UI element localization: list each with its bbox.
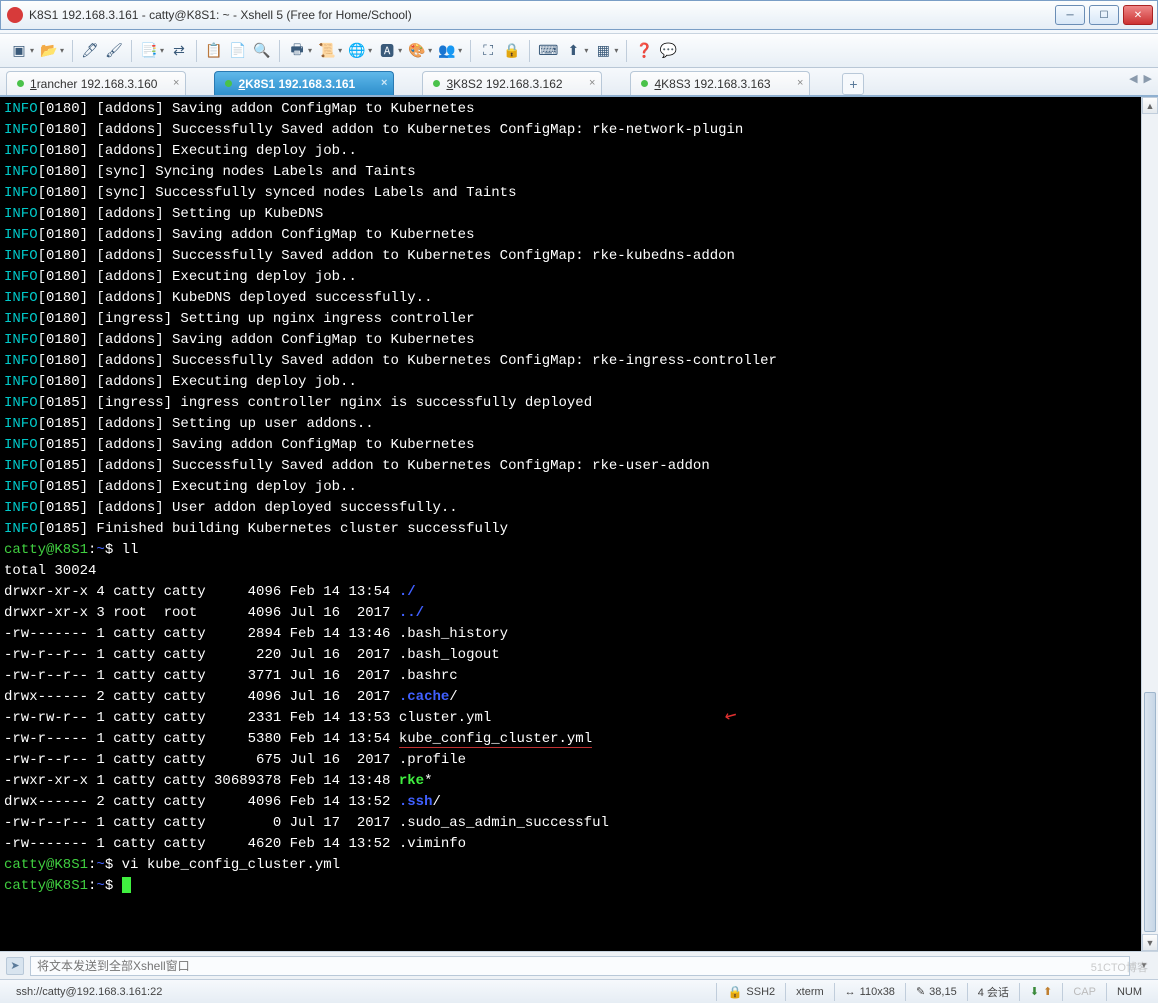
window-title: K8S1 192.168.3.161 - catty@K8S1: ~ - Xsh… [29,8,1055,22]
status-term: xterm [785,983,834,1001]
dropdown-icon[interactable]: ▾ [584,46,590,55]
minimize-button[interactable]: ─ [1055,5,1085,25]
session-tab[interactable]: 4 K8S3 192.168.3.163× [630,71,810,95]
titlebar: K8S1 192.168.3.161 - catty@K8S1: ~ - Xsh… [0,0,1158,30]
status-dot-icon [17,80,24,87]
tab-prev-icon[interactable]: ◀ [1129,72,1137,85]
transfer-up-icon: ⬆ [1043,985,1052,998]
find-icon[interactable]: 🔍 [251,40,273,62]
session-tab[interactable]: 2 K8S1 192.168.3.161× [214,71,394,95]
paste-icon[interactable]: 📄 [227,40,249,62]
tab-close-icon[interactable]: × [381,77,387,89]
font-icon[interactable]: 🅰 [376,40,398,62]
print-icon[interactable]: 🖶 [286,40,308,62]
lock-status-icon: 🔒 [727,985,742,999]
toolbar: ▣▾ 📂▾ 🖊 🖌 📑▾ ⇄ 📋 📄 🔍 🖶▾ 📜▾ 🌐▾ 🅰▾ 🎨▾ 👥▾ ⛶… [0,34,1158,68]
dropdown-icon[interactable]: ▾ [458,46,464,55]
fullscreen-icon[interactable]: ⛶ [477,40,499,62]
disconnect-icon[interactable]: 🖌 [103,40,125,62]
status-dot-icon [433,80,440,87]
tile-icon[interactable]: ▦ [592,40,614,62]
transfer-down-icon: ⬇ [1030,985,1039,998]
resize-icon: ↔ [845,986,856,998]
window-buttons: ─ ☐ ✕ [1055,5,1153,25]
dropdown-icon[interactable]: ▾ [60,46,66,55]
color-icon[interactable]: 🎨 [406,40,428,62]
terminal-wrap: INFO[0180] [addons] Saving addon ConfigM… [0,96,1158,951]
status-ssh: 🔒SSH2 [716,983,785,1001]
chat-icon[interactable]: 💬 [657,40,679,62]
globe-icon[interactable]: 🌐 [346,40,368,62]
properties-icon[interactable]: 📑 [138,40,160,62]
keyboard-icon[interactable]: ⌨ [536,40,560,62]
tab-next-icon[interactable]: ▶ [1144,72,1152,85]
transfer-icon[interactable]: ⇄ [168,40,190,62]
dropdown-icon[interactable]: ▾ [428,46,434,55]
cursor [122,877,131,893]
reconnect-icon[interactable]: 🖊 [79,40,101,62]
open-icon[interactable]: 📂 [38,40,60,62]
dropdown-icon[interactable]: ▾ [398,46,404,55]
status-updown: ⬇ ⬆ [1019,983,1062,1001]
help-icon[interactable]: ❓ [633,40,655,62]
tab-close-icon[interactable]: × [797,77,803,89]
watermark: 51CTO博客 [1091,959,1148,975]
status-cap: CAP [1062,983,1106,1001]
status-dot-icon [641,80,648,87]
close-button[interactable]: ✕ [1123,5,1153,25]
annotation-arrow-icon: ↙ [721,703,742,727]
status-dot-icon [225,80,232,87]
send-icon[interactable]: ➤ [6,957,24,975]
scroll-down-icon[interactable]: ▼ [1142,934,1158,951]
status-sessions: 4 会话 [967,983,1019,1001]
copy-icon[interactable]: 📋 [203,40,225,62]
app-icon [7,7,23,23]
dropdown-icon[interactable]: ▾ [30,46,36,55]
dropdown-icon[interactable]: ▾ [368,46,374,55]
tab-nav: ◀ ▶ [1129,72,1152,85]
lock-icon[interactable]: 🔒 [501,40,523,62]
status-size: ↔ 110x38 [834,983,905,1001]
users-icon[interactable]: 👥 [436,40,458,62]
terminal[interactable]: INFO[0180] [addons] Saving addon ConfigM… [0,97,1141,951]
scroll-up-icon[interactable]: ▲ [1142,97,1158,114]
cursor-icon: ✎ [916,985,925,998]
send-input[interactable] [30,956,1130,976]
session-tab[interactable]: 3 K8S2 192.168.3.162× [422,71,602,95]
dropdown-icon[interactable]: ▾ [338,46,344,55]
upload-icon[interactable]: ⬆ [562,40,584,62]
scroll-thumb[interactable] [1144,692,1156,932]
new-session-icon[interactable]: ▣ [8,40,30,62]
log-icon[interactable]: 📜 [316,40,338,62]
add-tab-button[interactable]: + [842,73,864,95]
statusbar: ssh://catty@192.168.3.161:22 🔒SSH2 xterm… [0,979,1158,1003]
session-tab[interactable]: 1 rancher 192.168.3.160× [6,71,186,95]
dropdown-icon[interactable]: ▾ [308,46,314,55]
dropdown-icon[interactable]: ▾ [160,46,166,55]
status-connection: ssh://catty@192.168.3.161:22 [6,983,716,1001]
tab-close-icon[interactable]: × [173,77,179,89]
scrollbar: ▲ ▼ [1141,97,1158,951]
status-num: NUM [1106,983,1152,1001]
status-pos: ✎ 38,15 [905,983,967,1001]
maximize-button[interactable]: ☐ [1089,5,1119,25]
scroll-track[interactable] [1142,114,1158,934]
dropdown-icon[interactable]: ▾ [614,46,620,55]
sendbar: ➤ ▾ [0,951,1158,979]
tab-close-icon[interactable]: × [589,77,595,89]
tabbar: 1 rancher 192.168.3.160× 2 K8S1 192.168.3… [0,68,1158,96]
